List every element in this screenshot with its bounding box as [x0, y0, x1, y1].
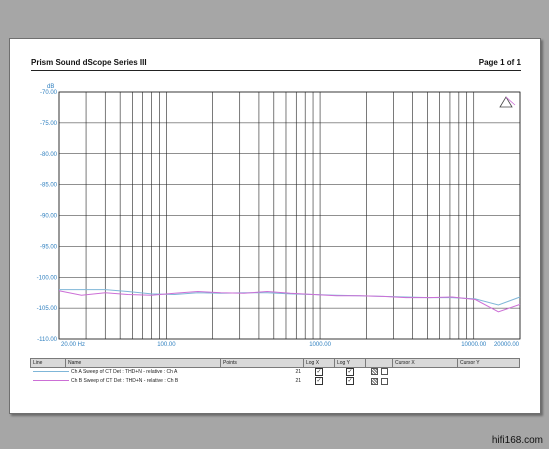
logx-checkbox[interactable]: [315, 377, 323, 386]
logy-checkbox[interactable]: [346, 368, 354, 376]
legend-col-logy: Log Y: [334, 358, 366, 368]
legend-col-points: Points: [220, 358, 304, 368]
legend-col-name: Name: [65, 358, 221, 368]
legend-row[interactable]: Ch B Sweep of CT Det : THD+N - relative …: [30, 376, 520, 387]
x-tick-label: 1000.00: [309, 342, 331, 348]
y-tick-labels: -70.00 -75.00 -80.00 -85.00 -90.00 -95.00 -100…: [37, 90, 58, 343]
legend-row[interactable]: Ch A Sweep of CT Det : THD+N - relative …: [30, 366, 520, 378]
cursor-checkbox[interactable]: [380, 368, 388, 376]
legend-col-blank: [365, 358, 393, 368]
watermark: hifi168.com: [491, 435, 543, 446]
legend-col-cursor-x: Cursor X: [392, 358, 458, 368]
legend-header-row: Line Name Points Log X Log Y Cursor X Cu…: [30, 358, 520, 368]
triangle-marker-icon: [499, 96, 516, 108]
legend-points: 21: [220, 366, 304, 378]
x-tick-label: 20.00 Hz: [61, 342, 85, 348]
y-tick-label: -70.00: [40, 90, 58, 96]
legend-col-cursor-y: Cursor Y: [457, 358, 520, 368]
report-page: Prism Sound dScope Series III Page 1 of …: [9, 38, 541, 414]
ch-b-line-swatch: [33, 380, 69, 382]
logx-checkbox[interactable]: [315, 368, 323, 376]
y-tick-label: -80.00: [40, 152, 58, 158]
y-tick-label: -90.00: [40, 214, 58, 220]
legend-col-logx: Log X: [303, 358, 335, 368]
x-tick-label: 10000.00: [461, 342, 487, 348]
y-unit-label: dB: [47, 84, 54, 90]
cursor-checkbox[interactable]: [380, 377, 388, 385]
y-tick-label: -85.00: [40, 183, 58, 189]
x-tick-labels: 20.00 Hz 100.00 1000.00 10000.00 20000.00: [61, 342, 520, 348]
chart-series: [58, 289, 521, 313]
cursor-icon[interactable]: [370, 368, 378, 376]
y-tick-label: -75.00: [40, 121, 58, 127]
chart-grid: [58, 91, 521, 340]
x-tick-label: 100.00: [157, 342, 176, 348]
y-tick-label: -105.00: [37, 306, 58, 312]
logy-checkbox[interactable]: [346, 377, 354, 386]
y-tick-label: -110.00: [37, 337, 58, 343]
thd-chart: -70.00 -75.00 -80.00 -85.00 -90.00 -95.00 -100…: [37, 84, 521, 348]
y-tick-label: -100.00: [37, 275, 58, 281]
legend-name-cell: Ch A Sweep of CT Det : THD+N - relative …: [30, 366, 221, 378]
y-tick-label: -95.00: [40, 244, 58, 250]
cursor-icon[interactable]: [370, 377, 378, 385]
legend-points: 21: [220, 376, 304, 387]
ch-a-line-swatch: [33, 370, 69, 372]
legend-col-line: Line: [30, 358, 66, 368]
legend-table: Line Name Points Log X Log Y Cursor X Cu…: [30, 358, 520, 387]
x-tick-label: 20000.00: [494, 342, 520, 348]
legend-series-name: Ch B Sweep of CT Det : THD+N - relative …: [71, 377, 179, 384]
legend-series-name: Ch A Sweep of CT Det : THD+N - relative …: [71, 368, 178, 375]
legend-name-cell: Ch B Sweep of CT Det : THD+N - relative …: [30, 376, 221, 387]
